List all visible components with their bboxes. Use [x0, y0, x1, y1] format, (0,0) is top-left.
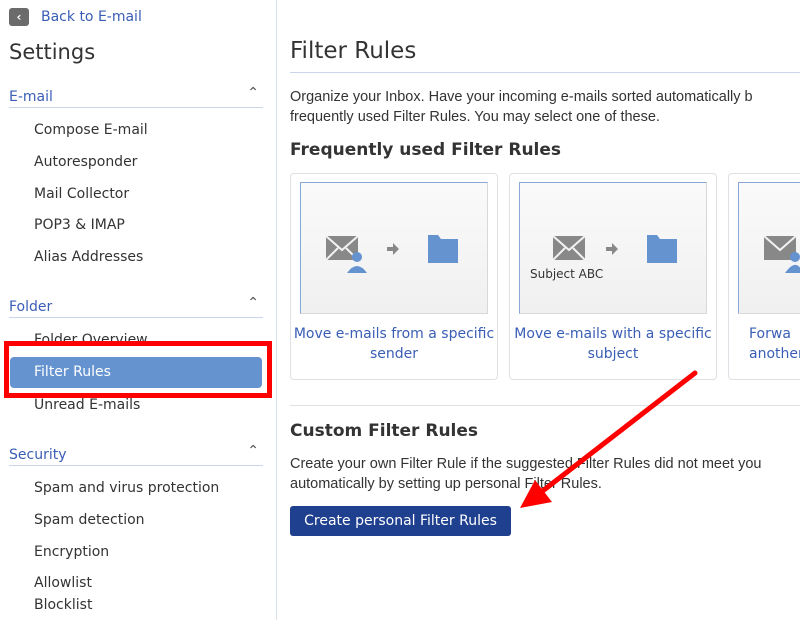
custom-heading: Custom Filter Rules	[290, 421, 479, 441]
sidebar-item-alias[interactable]: Alias Addresses	[34, 249, 143, 265]
create-personal-filter-rules-button[interactable]: Create personal Filter Rules	[290, 506, 511, 536]
main-content: Filter Rules Organize your Inbox. Have y…	[290, 0, 800, 620]
section-folder-header[interactable]: Folder ⌃	[9, 295, 263, 318]
rule-card-sender[interactable]: Move e-mails from a specific sender	[290, 173, 498, 380]
card-caption: Forwa another	[749, 326, 800, 362]
sidebar-item-blocklist[interactable]: Blocklist	[34, 597, 92, 613]
rule-card-forward[interactable]: Forwa another	[728, 173, 800, 380]
sidebar-item-pop3-imap[interactable]: POP3 & IMAP	[34, 217, 125, 233]
chevron-up-icon: ⌃	[247, 443, 259, 459]
divider	[290, 405, 800, 406]
back-to-email-link[interactable]: ‹ Back to E-mail	[9, 8, 142, 26]
sidebar-item-spam-detection[interactable]: Spam detection	[34, 512, 145, 528]
envelope-user-icon	[763, 235, 800, 273]
card-caption: Move e-mails from a specific sender	[293, 326, 495, 362]
settings-sidebar: ‹ Back to E-mail Settings E-mail ⌃ Compos…	[0, 0, 277, 620]
chevron-up-icon: ⌃	[247, 295, 259, 311]
sidebar-title: Settings	[9, 40, 96, 64]
sidebar-item-unread[interactable]: Unread E-mails	[34, 397, 140, 413]
rule-card-subject[interactable]: Subject ABC Move e-mails with a specific…	[509, 173, 717, 380]
card-illustration	[300, 182, 488, 314]
sidebar-item-spam-virus[interactable]: Spam and virus protection	[34, 480, 219, 496]
section-email-header[interactable]: E-mail ⌃	[9, 85, 263, 108]
section-security-header[interactable]: Security ⌃	[9, 443, 263, 466]
sidebar-item-compose[interactable]: Compose E-mail	[34, 122, 148, 138]
card-caption: Move e-mails with a specific subject	[514, 326, 712, 362]
sidebar-item-mail-collector[interactable]: Mail Collector	[34, 186, 129, 202]
card-illustration: Subject ABC	[519, 182, 707, 314]
frequent-heading: Frequently used Filter Rules	[290, 140, 562, 160]
envelope-to-folder-icon	[552, 235, 677, 263]
chevron-up-icon: ⌃	[247, 85, 259, 101]
envelope-user-to-folder-icon	[325, 235, 458, 273]
sidebar-item-allowlist[interactable]: Allowlist	[34, 575, 92, 591]
card-illustration	[738, 182, 800, 314]
custom-text-line-2: automatically by setting up personal Fil…	[290, 476, 602, 492]
page-title: Filter Rules	[290, 38, 417, 64]
sidebar-item-encryption[interactable]: Encryption	[34, 544, 109, 560]
custom-text-line-1: Create your own Filter Rule if the sugge…	[290, 456, 762, 472]
subject-label: Subject ABC	[530, 267, 604, 281]
intro-line-1: Organize your Inbox. Have your incoming …	[290, 89, 753, 105]
intro-line-2: frequently used Filter Rules. You may se…	[290, 109, 660, 125]
sidebar-item-autoresponder[interactable]: Autoresponder	[34, 154, 137, 170]
divider	[290, 72, 800, 73]
annotation-highlight-box	[4, 341, 272, 398]
chevron-left-icon: ‹	[9, 8, 29, 26]
